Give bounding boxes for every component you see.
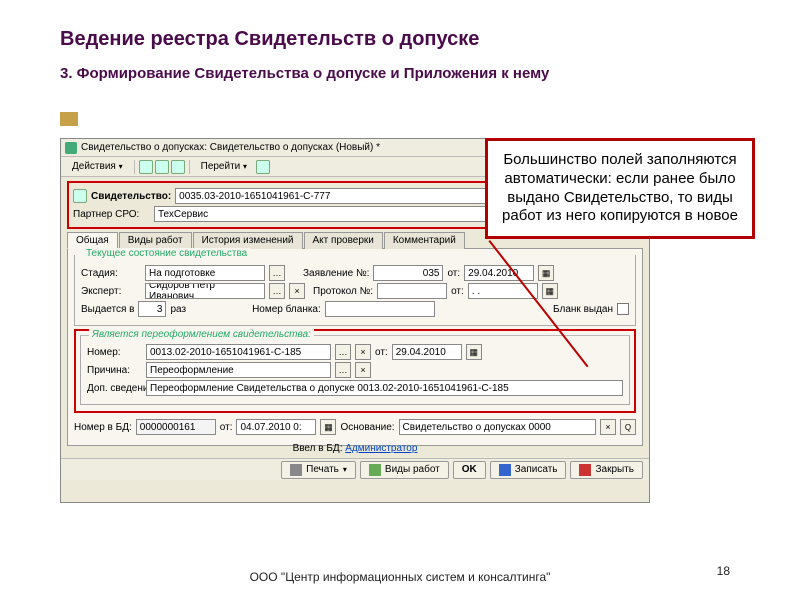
app-from-label: от: <box>447 268 460 279</box>
cert-icon <box>73 189 87 203</box>
db-from-label: от: <box>220 422 233 433</box>
tab-general[interactable]: Общая <box>67 232 118 249</box>
stage-lookup-button[interactable] <box>269 265 285 281</box>
basis-search-button[interactable] <box>620 419 636 435</box>
reissue-date-field[interactable]: 29.04.2010 <box>392 344 462 360</box>
tab-history[interactable]: История изменений <box>193 232 303 249</box>
tab-pane-general: Текущее состояние свидетельства Стадия: … <box>67 249 643 446</box>
proto-date-calendar-button[interactable] <box>542 283 558 299</box>
basis-label: Основание: <box>340 422 394 433</box>
appno-label: Заявление №: <box>303 268 369 279</box>
reissue-number-field[interactable]: 0013.02-2010-1651041961-С-185 <box>146 344 331 360</box>
expert-clear-button[interactable] <box>289 283 305 299</box>
blankno-label: Номер бланка: <box>252 304 321 315</box>
reissue-highlight: Является переоформлением свидетельства: … <box>74 329 636 413</box>
expert-field[interactable]: Сидоров Петр Иванович <box>145 283 265 299</box>
tab-comment[interactable]: Комментарий <box>384 232 465 249</box>
partner-label: Партнер СРО: <box>73 209 150 220</box>
reason-lookup-button[interactable] <box>335 362 351 378</box>
close-button[interactable]: Закрыть <box>570 461 643 479</box>
actions-menu[interactable]: Действия <box>65 159 130 174</box>
nav-add-icon[interactable] <box>139 160 153 174</box>
entered-by-row: Ввел в БД: Администратор <box>61 441 649 456</box>
reason-label: Причина: <box>87 365 142 376</box>
reissue-number-lookup-button[interactable] <box>335 344 351 360</box>
appno-field[interactable]: 035 <box>373 265 443 281</box>
slide-title: Ведение реестра Свидетельств о допуске <box>60 28 740 51</box>
goto-menu[interactable]: Перейти <box>194 159 254 174</box>
stage-label: Стадия: <box>81 268 141 279</box>
nav-refresh-icon[interactable] <box>171 160 185 174</box>
footer-toolbar: Печать Виды работ OK Записать Закрыть <box>61 458 649 480</box>
reissue-group-title: Является переоформлением свидетельства: <box>89 329 314 340</box>
proto-field[interactable] <box>377 283 447 299</box>
entered-user-link[interactable]: Администратор <box>345 443 417 454</box>
save-button[interactable]: Записать <box>490 461 567 479</box>
reissue-number-label: Номер: <box>87 347 142 358</box>
tab-work-types[interactable]: Виды работ <box>119 232 192 249</box>
proto-label: Протокол №: <box>313 286 373 297</box>
issued-count-field[interactable]: 3 <box>138 301 166 317</box>
reason-clear-button[interactable] <box>355 362 371 378</box>
tab-act[interactable]: Акт проверки <box>304 232 383 249</box>
app-date-calendar-button[interactable] <box>538 265 554 281</box>
issued-label: Выдается в <box>81 304 134 315</box>
reason-field[interactable]: Переоформление <box>146 362 331 378</box>
help-icon[interactable] <box>256 160 270 174</box>
print-icon <box>290 464 302 476</box>
expert-label: Эксперт: <box>81 286 141 297</box>
page-number: 18 <box>717 564 730 578</box>
slide-footer: ООО "Центр информационных систем и конса… <box>0 570 800 584</box>
cert-label: Свидетельство: <box>91 191 171 202</box>
blankno-field[interactable] <box>325 301 435 317</box>
expert-lookup-button[interactable] <box>269 283 285 299</box>
print-button[interactable]: Печать <box>281 461 356 479</box>
basis-clear-button[interactable] <box>600 419 616 435</box>
save-icon <box>499 464 511 476</box>
nav-copy-icon[interactable] <box>155 160 169 174</box>
extra-field[interactable]: Переоформление Свидетельства о допуске 0… <box>146 380 623 396</box>
status-group-title: Текущее состояние свидетельства <box>83 248 250 259</box>
dbnum-field: 0000000161 <box>136 419 216 435</box>
reissue-date-calendar-button[interactable] <box>466 344 482 360</box>
blank-issued-checkbox[interactable] <box>617 303 629 315</box>
reissue-number-clear-button[interactable] <box>355 344 371 360</box>
extra-label: Доп. сведения: <box>87 383 142 394</box>
dbnum-label: Номер в БД: <box>74 422 132 433</box>
reissue-from-label: от: <box>375 347 388 358</box>
app-date-field[interactable]: 29.04.2010 <box>464 265 534 281</box>
window-title: Свидетельство о допусках: Свидетельство … <box>81 142 380 153</box>
basis-field[interactable]: Свидетельство о допусках 0000 <box>399 419 596 435</box>
db-date-field[interactable]: 04.07.2010 0: <box>236 419 316 435</box>
work-types-button[interactable]: Виды работ <box>360 461 449 479</box>
ok-button[interactable]: OK <box>453 461 486 479</box>
accent-square <box>60 112 78 126</box>
proto-from-label: от: <box>451 286 464 297</box>
window-icon <box>65 142 77 154</box>
doc-icon <box>369 464 381 476</box>
entered-label: Ввел в БД: <box>293 443 343 454</box>
stage-field[interactable]: На подготовке <box>145 265 265 281</box>
db-date-calendar-button[interactable] <box>320 419 336 435</box>
issued-suffix: раз <box>170 304 186 315</box>
blank-issued-label: Бланк выдан <box>553 304 613 315</box>
close-icon <box>579 464 591 476</box>
callout-box: Большинство полей заполняются автоматиче… <box>485 138 755 239</box>
slide-subtitle: 3. Формирование Свидетельства о допуске … <box>60 65 740 82</box>
